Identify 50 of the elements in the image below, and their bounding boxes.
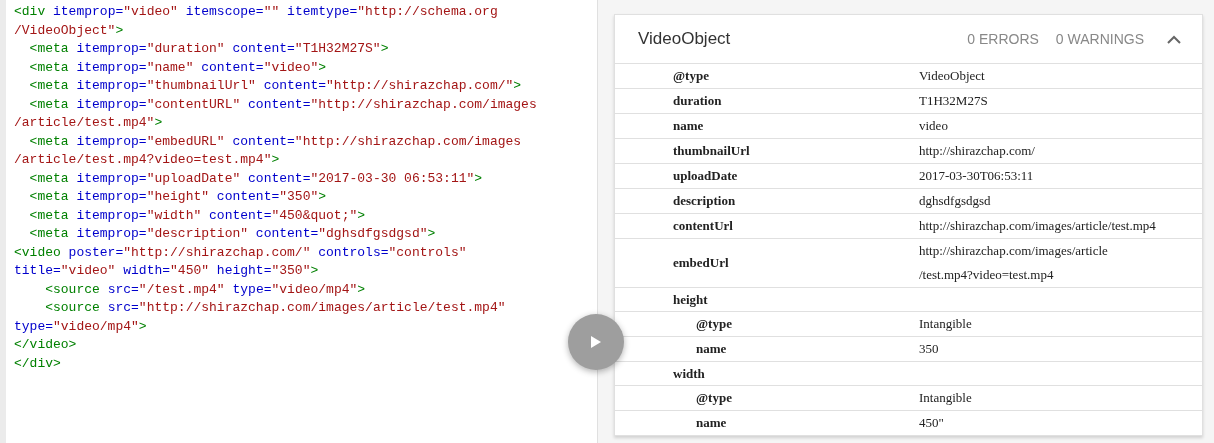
property-value: /test.mp4?video=test.mp4 [919,266,1055,284]
code-line: type="video/mp4"> [14,317,147,336]
property-name: width [673,365,705,381]
code-line: <meta itemprop="width" content="450&quot;"> [28,206,366,225]
property-value: http://shirazchap.com/images/article [919,242,1108,260]
property-value: 350 [919,340,939,358]
property-value: T1H32M27S [919,92,988,110]
property-name: @type [696,316,732,332]
property-value: http://shirazchap.com/images/article/test.mp4 [919,217,1156,235]
code-line: /article/test.mp4"> [14,114,163,132]
property-name: name [696,341,727,357]
code-line: </video> [14,336,77,354]
property-value: video [919,117,948,135]
code-line: <div itemprop="video" itemscope="" itemtype="http://schema.org [14,3,498,21]
property-name: description [673,193,736,209]
code-line: <meta itemprop="height" content="350"> [28,188,327,206]
property-value: 2017-03-30T06:53:11 [919,167,1034,185]
property-name: embedUrl [673,255,729,271]
property-name: thumbnailUrl [673,143,750,159]
code-line: <meta itemprop="thumbnailUrl" content="http://shirazchap.com/"> [28,77,522,95]
code-line: <source src="http://shirazchap.com/images/article/test.mp4" [44,299,506,317]
code-line: /article/test.mp4?video=test.mp4"> [14,151,280,169]
property-value: Intangible [919,389,972,407]
card-title: VideoObject [638,28,731,51]
property-name: @type [696,390,732,406]
code-line: <meta itemprop="duration" content="T1H32M27S"> [28,40,389,58]
code-line: <video poster="http://shirazchap.com/" controls="controls" [14,243,467,262]
property-value: Intangible [919,315,972,333]
property-name: uploadDate [673,168,738,184]
code-line: <meta itemprop="uploadDate" content="2017-03-30 06:53:11"> [28,169,483,188]
code-line: <meta itemprop="description" content="dghsdfgsdgsd"> [28,225,436,243]
property-name: name [696,415,727,431]
property-value: http://shirazchap.com/ [919,142,1035,160]
code-line: <meta itemprop="contentURL" content="http://shirazchap.com/images [28,95,537,114]
error-count: 0 ERRORS [967,29,1039,49]
code-line: <meta itemprop="name" content="video"> [28,58,327,77]
code-line: title="video" width="450" height="350"> [14,262,319,280]
property-value: 450" [919,414,944,432]
code-line: <source src="/test.mp4" type="video/mp4"> [44,280,366,299]
property-value: dghsdfgsdgsd [919,192,991,210]
property-name: duration [673,93,722,109]
property-name: height [673,291,708,307]
code-line: <meta itemprop="embedURL" content="http://shirazchap.com/images [28,132,522,151]
property-name: name [673,118,704,134]
property-value: VideoObject [919,67,985,85]
code-line: /VideoObject"> [14,21,124,40]
property-name: @type [673,68,709,84]
property-name: contentUrl [673,218,733,234]
warning-count: 0 WARNINGS [1055,29,1144,49]
code-line: </div> [14,354,61,373]
